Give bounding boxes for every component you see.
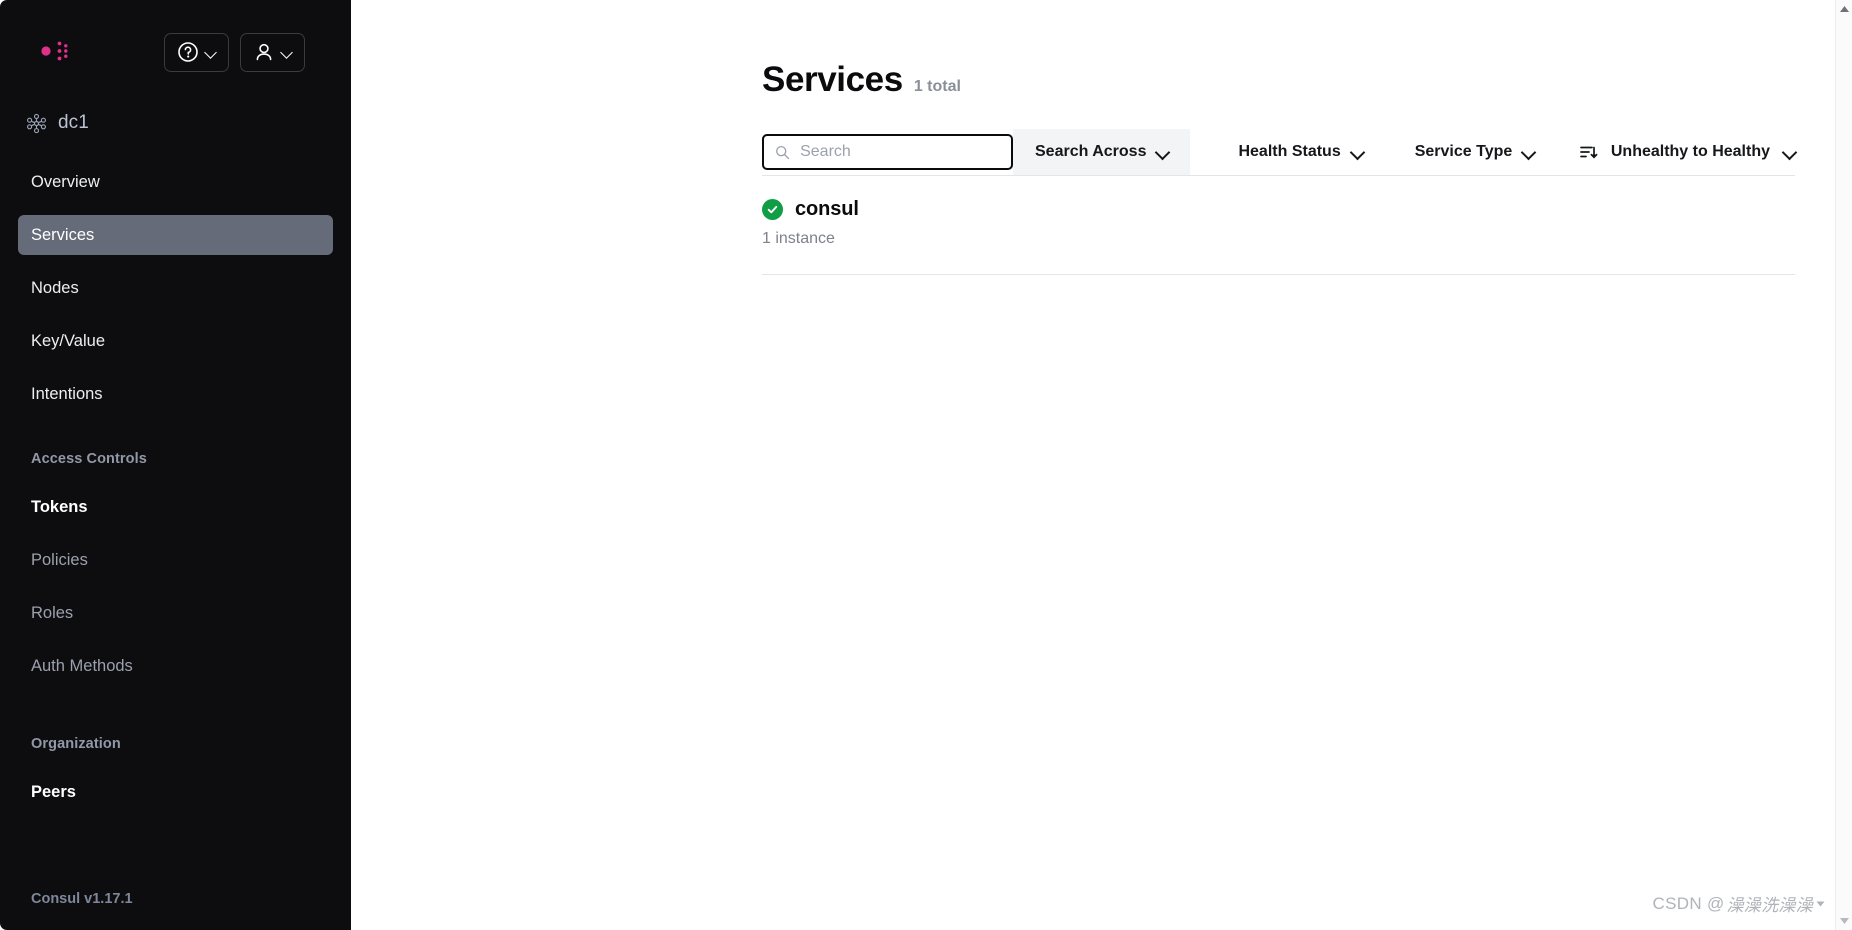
chevron-down-icon bbox=[1156, 146, 1168, 158]
sort-label: Unhealthy to Healthy bbox=[1611, 143, 1770, 161]
sidebar-footer: Consul v1.17.1 bbox=[0, 890, 351, 930]
sidebar-item-peers[interactable]: Peers bbox=[18, 772, 333, 812]
page-title: Services bbox=[762, 60, 903, 100]
sidebar-item-policies[interactable]: Policies bbox=[18, 540, 333, 580]
check-icon bbox=[766, 203, 779, 216]
sidebar-item-label: Intentions bbox=[31, 385, 103, 404]
page-header: Services 1 total bbox=[351, 0, 1852, 100]
sidebar-section-access-controls: Access Controls bbox=[18, 444, 333, 474]
service-type-label: Service Type bbox=[1415, 143, 1513, 161]
search-across-dropdown[interactable]: Search Across bbox=[1013, 129, 1190, 175]
consul-logo-icon bbox=[26, 30, 70, 74]
service-instance-count: 1 instance bbox=[762, 230, 1795, 248]
sidebar-item-label: Peers bbox=[31, 783, 76, 802]
filter-bar: Search Across Health Status Service Type bbox=[762, 129, 1795, 175]
sidebar-header bbox=[0, 0, 351, 104]
help-button[interactable] bbox=[164, 33, 229, 72]
user-menu-button[interactable] bbox=[240, 33, 305, 72]
chevron-down-icon bbox=[1522, 146, 1534, 158]
watermark-prefix: CSDN @ bbox=[1653, 894, 1725, 914]
sidebar-item-label: Key/Value bbox=[31, 332, 105, 351]
consul-version: Consul v1.17.1 bbox=[31, 891, 133, 907]
sidebar-item-label: Policies bbox=[31, 551, 88, 570]
sidebar-section-organization: Organization bbox=[18, 729, 333, 759]
question-circle-icon bbox=[177, 41, 199, 63]
user-icon bbox=[253, 41, 275, 63]
health-status-dropdown[interactable]: Health Status bbox=[1190, 129, 1384, 175]
sidebar-item-label: Nodes bbox=[31, 279, 79, 298]
watermark-caret-icon bbox=[1815, 898, 1826, 909]
sidebar-item-key-value[interactable]: Key/Value bbox=[18, 321, 333, 361]
chevron-down-icon bbox=[282, 47, 293, 58]
service-list-item[interactable]: consul 1 instance bbox=[762, 176, 1795, 275]
page-total-count: 1 total bbox=[914, 78, 961, 96]
sidebar-top-actions bbox=[164, 33, 327, 72]
scroll-up-arrow-icon[interactable] bbox=[1836, 0, 1852, 18]
sort-descending-icon bbox=[1579, 143, 1598, 162]
chevron-down-icon bbox=[1783, 146, 1795, 158]
chevron-down-icon bbox=[1351, 146, 1363, 158]
sidebar-item-label: Roles bbox=[31, 604, 73, 623]
page-scrollbar[interactable] bbox=[1835, 0, 1852, 930]
sidebar-nav: Overview Services Nodes Key/Value Intent… bbox=[0, 162, 351, 812]
csdn-watermark: CSDN @ 澡澡洗澡澡 bbox=[1653, 891, 1826, 916]
service-name: consul bbox=[795, 198, 859, 221]
health-status-label: Health Status bbox=[1238, 143, 1340, 161]
service-name-row: consul bbox=[762, 198, 1795, 221]
sidebar-item-label: Overview bbox=[31, 173, 100, 192]
service-type-dropdown[interactable]: Service Type bbox=[1385, 129, 1557, 175]
sort-dropdown[interactable]: Unhealthy to Healthy bbox=[1557, 129, 1795, 175]
health-status-passing-icon bbox=[762, 199, 783, 220]
sidebar-item-nodes[interactable]: Nodes bbox=[18, 268, 333, 308]
sidebar-item-tokens[interactable]: Tokens bbox=[18, 487, 333, 527]
sidebar-item-services[interactable]: Services bbox=[18, 215, 333, 255]
sidebar-item-intentions[interactable]: Intentions bbox=[18, 374, 333, 414]
search-input[interactable] bbox=[800, 143, 1000, 161]
datacenter-nodes-icon bbox=[26, 113, 47, 134]
sidebar-item-label: Auth Methods bbox=[31, 657, 133, 676]
chevron-down-icon bbox=[206, 47, 217, 58]
datacenter-label: dc1 bbox=[58, 112, 89, 134]
services-list: consul 1 instance bbox=[762, 176, 1795, 275]
scroll-down-arrow-icon[interactable] bbox=[1836, 912, 1852, 930]
sidebar-item-label: Services bbox=[31, 226, 94, 245]
sidebar-item-auth-methods[interactable]: Auth Methods bbox=[18, 646, 333, 686]
sidebar-item-roles[interactable]: Roles bbox=[18, 593, 333, 633]
main-content: Services 1 total Search Across Health St… bbox=[351, 0, 1852, 930]
consul-ui-root: dc1 Overview Services Nodes Key/Value In… bbox=[0, 0, 1852, 930]
consul-logo[interactable] bbox=[26, 30, 70, 74]
watermark-username: 澡澡洗澡澡 bbox=[1727, 891, 1814, 916]
sidebar: dc1 Overview Services Nodes Key/Value In… bbox=[0, 0, 351, 930]
search-field[interactable] bbox=[762, 134, 1013, 170]
sidebar-item-label: Tokens bbox=[31, 498, 88, 517]
search-icon bbox=[775, 144, 790, 161]
datacenter-selector[interactable]: dc1 bbox=[0, 106, 351, 140]
sidebar-item-overview[interactable]: Overview bbox=[18, 162, 333, 202]
search-across-label: Search Across bbox=[1035, 143, 1146, 161]
